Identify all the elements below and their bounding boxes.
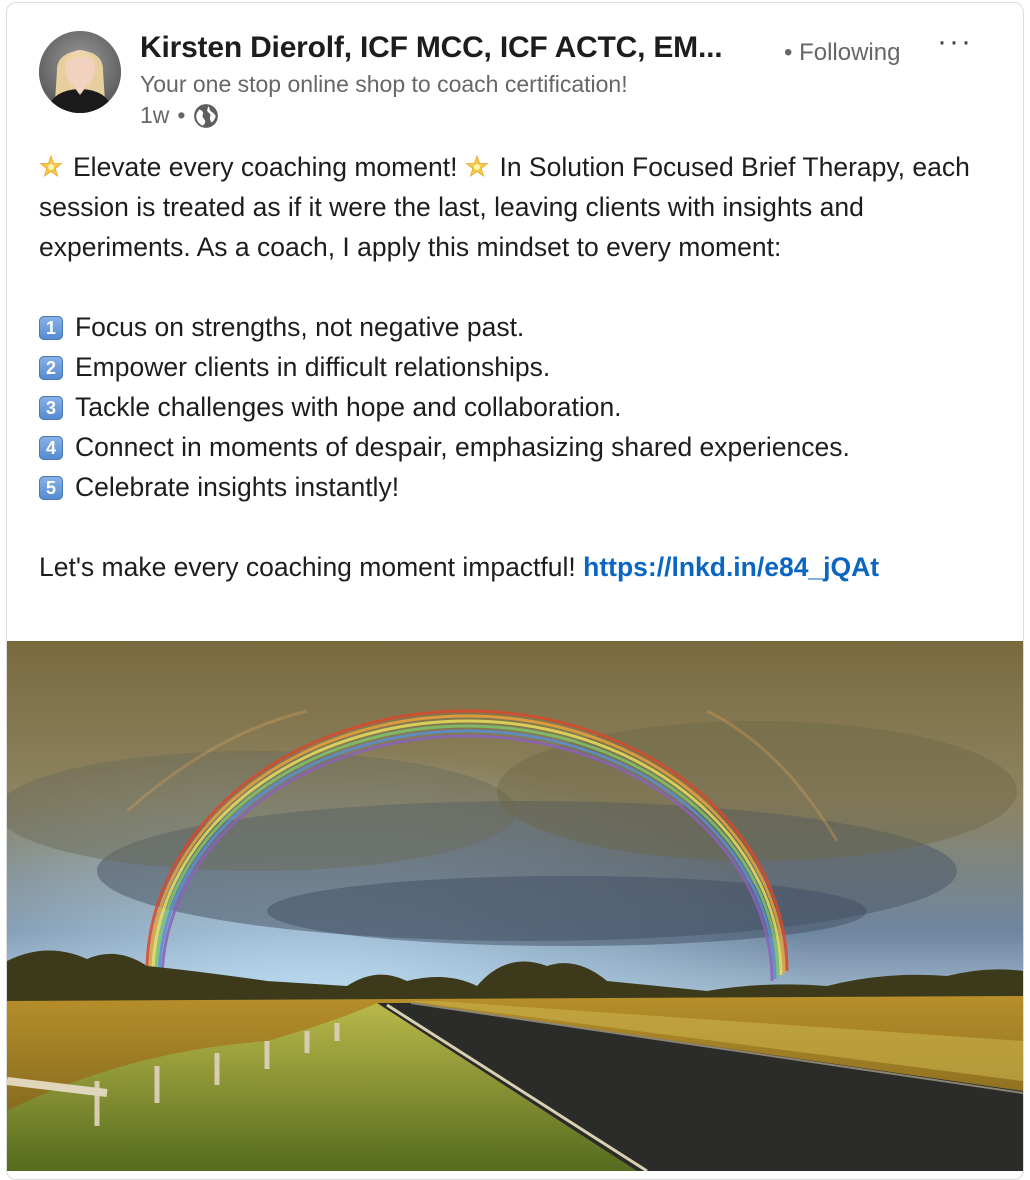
more-options-button[interactable]: ··· xyxy=(937,25,973,59)
list-item: 5 Celebrate insights instantly! xyxy=(39,467,999,507)
intro-paragraph: Elevate every coaching moment! In Soluti… xyxy=(39,147,999,267)
glowing-star-icon xyxy=(39,155,63,177)
list-item: 2 Empower clients in difficult relationsh… xyxy=(39,347,999,387)
avatar-photo xyxy=(39,31,121,113)
post-body: Elevate every coaching moment! In Soluti… xyxy=(39,147,999,587)
post-image[interactable] xyxy=(7,641,1023,1171)
list-item-text: Empower clients in difficult relationshi… xyxy=(75,352,551,382)
post-link[interactable]: https://lnkd.in/e84_jQAt xyxy=(583,552,879,582)
keycap-number-icon: 2 xyxy=(39,356,63,380)
keycap-number-icon: 3 xyxy=(39,396,63,420)
list-item-text: Focus on strengths, not negative past. xyxy=(75,312,525,342)
post-card: Kirsten Dierolf, ICF MCC, ICF ACTC, EM..… xyxy=(6,2,1024,1180)
list-item-text: Connect in moments of despair, emphasizi… xyxy=(75,432,850,462)
list-item: 1 Focus on strengths, not negative past. xyxy=(39,307,999,347)
glowing-star-icon xyxy=(465,155,490,177)
meta-separator: • xyxy=(177,102,186,128)
avatar[interactable] xyxy=(39,31,121,113)
author-tagline: Your one stop online shop to coach certi… xyxy=(140,71,628,97)
list-item: 3 Tackle challenges with hope and collabo… xyxy=(39,387,999,427)
list-item-text: Celebrate insights instantly! xyxy=(75,472,400,502)
intro-text-1: Elevate every coaching moment! xyxy=(73,152,458,182)
post-meta: 1w • xyxy=(140,102,219,129)
globe-icon xyxy=(194,103,219,128)
list-item: 4 Connect in moments of despair, emphasiz… xyxy=(39,427,999,467)
closing-paragraph: Let's make every coaching moment impactf… xyxy=(39,547,999,587)
closing-text: Let's make every coaching moment impactf… xyxy=(39,552,576,582)
keycap-number-icon: 1 xyxy=(39,316,63,340)
author-name[interactable]: Kirsten Dierolf, ICF MCC, ICF ACTC, EM..… xyxy=(140,31,723,65)
keycap-number-icon: 5 xyxy=(39,476,63,500)
list-item-text: Tackle challenges with hope and collabor… xyxy=(75,392,622,422)
keycap-number-icon: 4 xyxy=(39,436,63,460)
rainbow-landscape-image xyxy=(7,641,1023,1171)
post-age: 1w xyxy=(140,102,170,128)
following-status[interactable]: • Following xyxy=(784,39,900,67)
